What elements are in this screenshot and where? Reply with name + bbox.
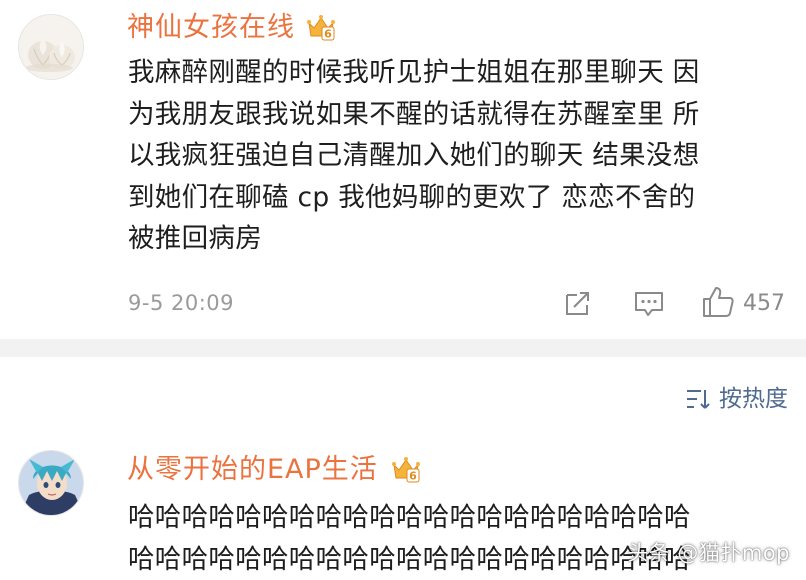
- comment-line: 哈哈哈哈哈哈哈哈哈哈哈哈哈哈哈哈哈哈哈哈哈: [128, 502, 691, 533]
- like-count: 457: [743, 291, 785, 316]
- comment-line: 为我朋友跟我说如果不醒的话就得在苏醒室里 所: [128, 98, 700, 130]
- share-icon[interactable]: [563, 288, 593, 318]
- reply-icon[interactable]: [633, 289, 665, 319]
- comment-line: 我麻醉刚醒的时候我听见护士姐姐在那里聊天 因: [128, 57, 700, 88]
- username[interactable]: 神仙女孩在线: [127, 11, 295, 45]
- sort-icon: [687, 390, 710, 409]
- sort-toggle[interactable]: 按热度: [685, 384, 788, 414]
- crown-badge-icon[interactable]: 6: [306, 14, 336, 42]
- sort-label: 按热度: [719, 386, 788, 412]
- avatar[interactable]: [18, 14, 84, 80]
- username[interactable]: 从零开始的EAP生活: [127, 453, 378, 487]
- section-divider: [0, 339, 806, 357]
- anime-avatar-image: [19, 451, 83, 515]
- comment-text: 哈哈哈哈哈哈哈哈哈哈哈哈哈哈哈哈哈哈哈哈哈 哈哈哈哈哈哈哈哈哈哈哈哈哈哈哈哈哈哈…: [128, 497, 788, 580]
- comment-time: 9-5 20:09: [128, 291, 234, 315]
- badge-level: 6: [409, 470, 417, 483]
- garlic-avatar-image: [19, 15, 83, 79]
- crown-badge-icon[interactable]: 6: [391, 456, 421, 484]
- comment-item: 神仙女孩在线 6 我麻醉刚醒的时候我听见护士姐姐在那里聊天 因 为我朋友跟我说如…: [0, 0, 806, 339]
- comment-line: 被推回病房: [128, 223, 262, 254]
- comment-text: 我麻醉刚醒的时候我听见护士姐姐在那里聊天 因 为我朋友跟我说如果不醒的话就得在苏…: [128, 52, 788, 260]
- like-icon[interactable]: [700, 284, 736, 320]
- watermark: 头条 @猫扑mop: [627, 541, 790, 565]
- comment-line: 以我疯狂强迫自己清醒加入她们的聊天 结果没想: [128, 140, 700, 171]
- badge-level: 6: [324, 28, 332, 41]
- comment-line: 到她们在聊磕 cp 我他妈聊的更欢了 恋恋不舍的: [128, 181, 696, 213]
- avatar[interactable]: [18, 450, 84, 516]
